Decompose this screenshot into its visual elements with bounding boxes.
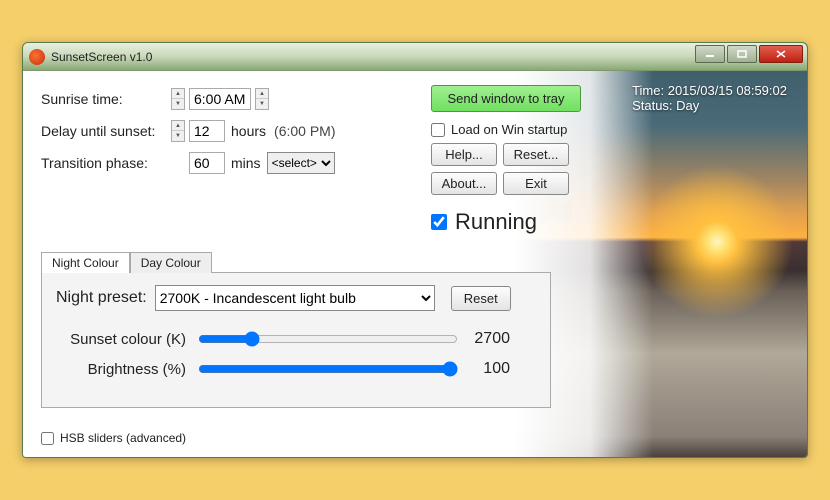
hsb-checkbox[interactable]: HSB sliders (advanced)	[41, 431, 186, 445]
load-startup-checkbox[interactable]: Load on Win startup	[431, 122, 591, 137]
preset-row: Night preset: 2700K - Incandescent light…	[56, 285, 536, 311]
brightness-slider[interactable]	[198, 361, 458, 377]
reset-button[interactable]: Reset...	[503, 143, 569, 166]
brightness-value: 100	[460, 360, 510, 378]
transition-unit: mins	[231, 155, 261, 171]
exit-button[interactable]: Exit	[503, 172, 569, 195]
delay-unit: hours	[231, 123, 266, 139]
preset-select[interactable]: 2700K - Incandescent light bulb	[155, 285, 435, 311]
help-button[interactable]: Help...	[431, 143, 497, 166]
running-input[interactable]	[431, 214, 447, 230]
preset-label: Night preset:	[56, 289, 147, 307]
sunrise-hour-spinner[interactable]: ▲▼	[171, 88, 185, 110]
colour-slider-row: Sunset colour (K) 2700	[56, 329, 536, 349]
colour-value: 2700	[460, 330, 510, 348]
sunrise-row: Sunrise time: ▲▼ ▲▼	[41, 85, 789, 113]
transition-row: Transition phase: mins <select>	[41, 149, 789, 177]
maximize-button[interactable]	[727, 45, 757, 63]
delay-row: Delay until sunset: ▲▼ hours (6:00 PM)	[41, 117, 789, 145]
load-startup-label: Load on Win startup	[451, 122, 567, 137]
window-title: SunsetScreen v1.0	[51, 50, 152, 64]
sunrise-ampm-spinner[interactable]: ▲▼	[255, 88, 269, 110]
delay-spinner[interactable]: ▲▼	[171, 120, 185, 142]
sunrise-label: Sunrise time:	[41, 91, 171, 107]
delay-label: Delay until sunset:	[41, 123, 171, 139]
tab-day-colour[interactable]: Day Colour	[130, 252, 212, 273]
delay-resolved: (6:00 PM)	[274, 123, 335, 139]
colour-tabs: Night Colour Day Colour Night preset: 27…	[41, 251, 551, 408]
hsb-label: HSB sliders (advanced)	[60, 431, 186, 445]
load-startup-input[interactable]	[431, 123, 445, 137]
transition-select[interactable]: <select>	[267, 152, 335, 174]
preset-reset-button[interactable]: Reset	[451, 286, 511, 311]
running-label: Running	[455, 209, 537, 235]
brightness-slider-row: Brightness (%) 100	[56, 359, 536, 379]
sunrise-time-input[interactable]	[189, 88, 251, 110]
window-buttons	[693, 45, 803, 63]
delay-input[interactable]	[189, 120, 225, 142]
window-body: Sunrise time: ▲▼ ▲▼ Delay until sunset: …	[23, 71, 807, 457]
about-button[interactable]: About...	[431, 172, 497, 195]
close-button[interactable]	[759, 45, 803, 63]
app-icon	[29, 49, 45, 65]
transition-label: Transition phase:	[41, 155, 171, 171]
colour-slider[interactable]	[198, 331, 458, 347]
minimize-button[interactable]	[695, 45, 725, 63]
app-window: SunsetScreen v1.0 Time: 2015/03/15 08:59…	[22, 42, 808, 458]
brightness-label: Brightness (%)	[56, 361, 196, 378]
send-to-tray-button[interactable]: Send window to tray	[431, 85, 581, 112]
tab-strip: Night Colour Day Colour	[41, 251, 551, 272]
titlebar[interactable]: SunsetScreen v1.0	[23, 43, 807, 71]
colour-label: Sunset colour (K)	[56, 331, 196, 348]
right-column: Send window to tray Load on Win startup …	[431, 85, 591, 235]
tab-night-colour[interactable]: Night Colour	[41, 252, 130, 273]
night-panel: Night preset: 2700K - Incandescent light…	[41, 272, 551, 408]
hsb-input[interactable]	[41, 432, 54, 445]
running-checkbox[interactable]: Running	[431, 209, 591, 235]
transition-input[interactable]	[189, 152, 225, 174]
